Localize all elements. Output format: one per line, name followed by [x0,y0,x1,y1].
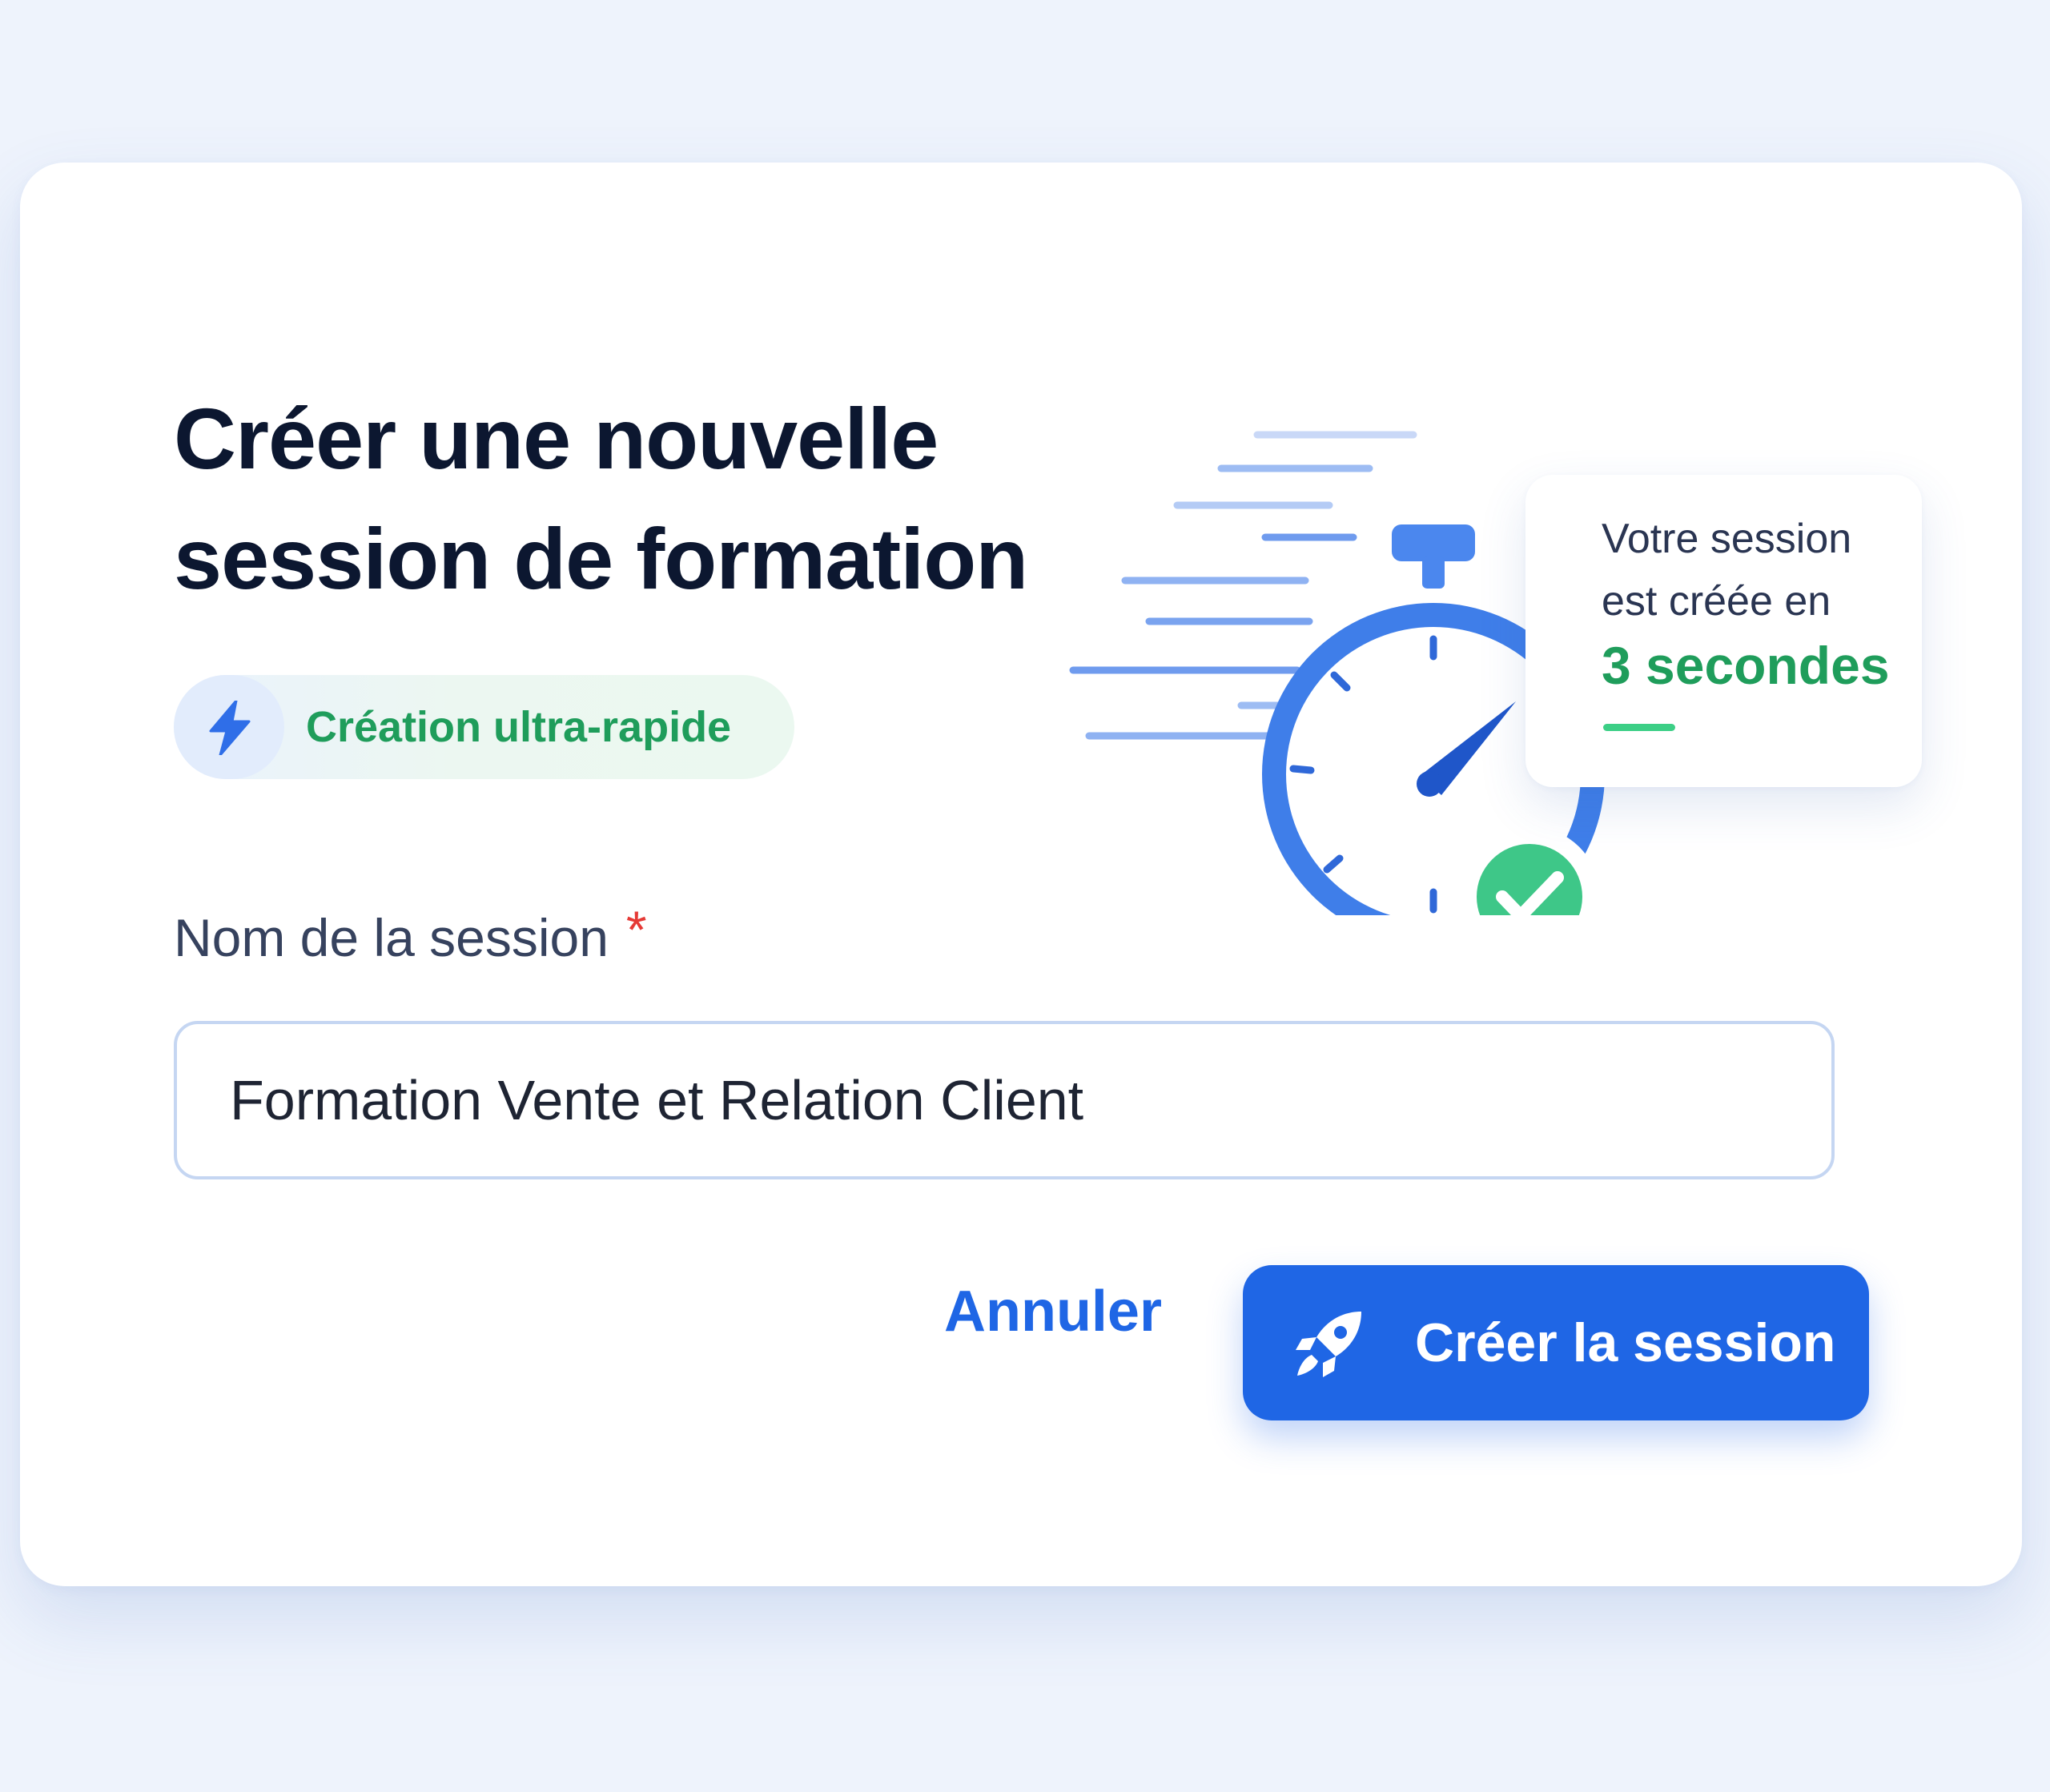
info-highlight: 3 secondes [1602,636,1890,695]
info-line-2: est créée en [1602,578,1831,625]
cancel-button[interactable]: Annuler [925,1236,1181,1388]
info-line-1: Votre session [1602,516,1852,562]
quick-creation-badge: Création ultra-rapide [174,675,794,779]
rocket-icon [1296,1312,1361,1377]
dialog-title: Créer une nouvelle session de formation [174,390,1028,607]
create-session-dialog: Créer une nouvelle session de formation … [20,163,2022,1586]
speed-info-card: Votre session est créée en 3 secondes [1525,475,1922,787]
badge-label: Création ultra-rapide [306,703,732,751]
create-session-label: Créer la session [1415,1312,1836,1373]
lightning-bolt-icon [174,675,284,779]
highlight-underline [1603,724,1675,731]
session-name-input[interactable] [174,1021,1835,1179]
session-name-label: Nom de la session * [174,900,647,968]
required-marker: * [625,900,647,959]
create-session-button[interactable]: Créer la session [1243,1265,1869,1420]
session-name-label-text: Nom de la session [174,908,609,967]
